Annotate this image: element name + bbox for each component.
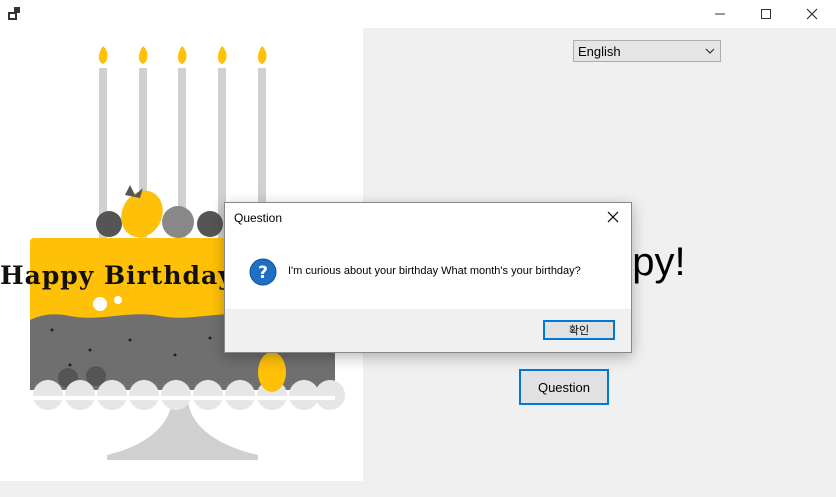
banner-text: Happy Birthday [0, 261, 234, 290]
minimize-icon [715, 13, 725, 15]
question-icon: ? [249, 258, 277, 286]
dialog-message: I'm curious about your birthday What mon… [288, 265, 581, 277]
ok-button[interactable]: 확인 [543, 320, 615, 340]
language-value: English [578, 43, 621, 59]
dialog-footer: 확인 [225, 309, 631, 352]
maximize-button[interactable] [743, 0, 789, 28]
maximize-icon [761, 9, 771, 19]
svg-text:?: ? [258, 263, 268, 283]
app-icon [8, 7, 20, 20]
cake-fruits [96, 185, 223, 238]
question-button[interactable]: Question [519, 369, 609, 405]
chevron-down-icon [700, 45, 720, 57]
close-icon [806, 8, 818, 20]
close-icon [607, 211, 619, 223]
title-bar [0, 0, 836, 28]
close-button[interactable] [789, 0, 835, 28]
dialog-close-button[interactable] [603, 207, 623, 227]
dialog-title: Question [234, 211, 283, 225]
question-dialog: Question ? I'm curious about your birthd… [224, 202, 632, 353]
minimize-button[interactable] [697, 0, 743, 28]
language-select[interactable]: English [573, 40, 721, 62]
